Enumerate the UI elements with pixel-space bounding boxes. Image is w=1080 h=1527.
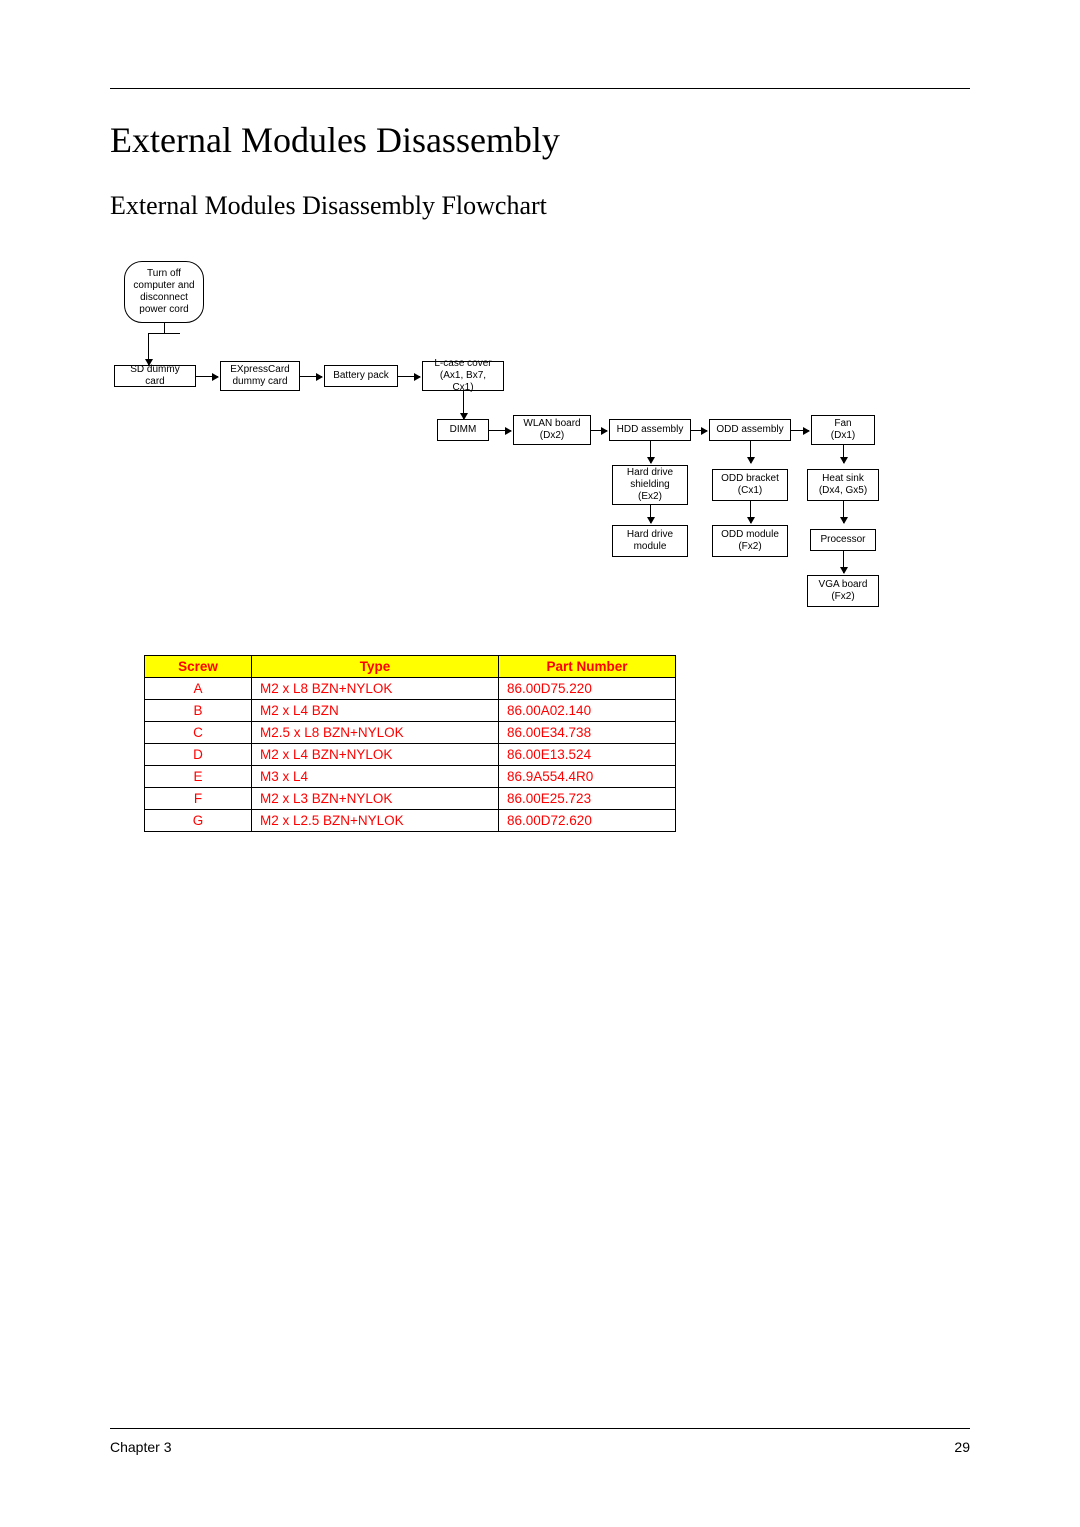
cell-screw: E [145, 766, 252, 788]
table-row: BM2 x L4 BZN86.00A02.140 [145, 700, 676, 722]
flowchart: Turn off computer and disconnect power c… [110, 261, 970, 631]
cell-type: M2 x L4 BZN [252, 700, 499, 722]
cell-type: M2.5 x L8 BZN+NYLOK [252, 722, 499, 744]
cell-screw: A [145, 678, 252, 700]
fc-arrow [843, 445, 844, 463]
cell-type: M2 x L8 BZN+NYLOK [252, 678, 499, 700]
cell-part: 86.00E13.524 [499, 744, 676, 766]
fc-line [148, 333, 180, 334]
node-odd-assembly: ODD assembly [709, 419, 791, 441]
fc-arrow [750, 441, 751, 463]
fc-arrow [791, 430, 809, 431]
node-odd-module: ODD module (Fx2) [712, 525, 788, 557]
page: External Modules Disassembly External Mo… [0, 0, 1080, 832]
node-start: Turn off computer and disconnect power c… [124, 261, 204, 323]
fc-arrow [489, 430, 511, 431]
cell-part: 86.9A554.4R0 [499, 766, 676, 788]
cell-part: 86.00E34.738 [499, 722, 676, 744]
fc-arrow [196, 376, 218, 377]
node-processor: Processor [810, 529, 876, 551]
cell-part: 86.00D72.620 [499, 810, 676, 832]
cell-type: M3 x L4 [252, 766, 499, 788]
node-odd-bracket: ODD bracket (Cx1) [712, 469, 788, 501]
fc-arrow [591, 430, 607, 431]
page-footer: Chapter 3 29 [110, 1428, 970, 1455]
heading-sub: External Modules Disassembly Flowchart [110, 191, 970, 221]
node-battery: Battery pack [324, 365, 398, 387]
table-row: DM2 x L4 BZN+NYLOK86.00E13.524 [145, 744, 676, 766]
cell-type: M2 x L3 BZN+NYLOK [252, 788, 499, 810]
cell-screw: D [145, 744, 252, 766]
node-wlan: WLAN board (Dx2) [513, 415, 591, 445]
fc-arrow [650, 505, 651, 523]
footer-page-number: 29 [954, 1439, 970, 1455]
fc-arrow [300, 376, 322, 377]
footer-chapter: Chapter 3 [110, 1439, 171, 1455]
table-row: AM2 x L8 BZN+NYLOK86.00D75.220 [145, 678, 676, 700]
cell-part: 86.00A02.140 [499, 700, 676, 722]
node-lcase: L-case cover (Ax1, Bx7, Cx1) [422, 361, 504, 391]
col-type: Type [252, 656, 499, 678]
col-screw: Screw [145, 656, 252, 678]
node-fan: Fan (Dx1) [811, 415, 875, 445]
cell-screw: F [145, 788, 252, 810]
table-row: GM2 x L2.5 BZN+NYLOK86.00D72.620 [145, 810, 676, 832]
fc-arrow [463, 391, 464, 419]
fc-arrow [650, 441, 651, 463]
cell-part: 86.00E25.723 [499, 788, 676, 810]
node-expresscard: EXpressCard dummy card [220, 361, 300, 391]
screw-table: Screw Type Part Number AM2 x L8 BZN+NYLO… [144, 655, 676, 832]
fc-arrow [148, 333, 149, 365]
node-hdd-shielding: Hard drive shielding (Ex2) [612, 465, 688, 505]
cell-type: M2 x L4 BZN+NYLOK [252, 744, 499, 766]
rule-top [110, 88, 970, 89]
cell-screw: G [145, 810, 252, 832]
table-header-row: Screw Type Part Number [145, 656, 676, 678]
fc-arrow [691, 430, 707, 431]
node-sd: SD dummy card [114, 365, 196, 387]
table-row: EM3 x L486.9A554.4R0 [145, 766, 676, 788]
fc-arrow [398, 376, 420, 377]
heading-main: External Modules Disassembly [110, 119, 970, 161]
table-row: CM2.5 x L8 BZN+NYLOK86.00E34.738 [145, 722, 676, 744]
col-part: Part Number [499, 656, 676, 678]
cell-part: 86.00D75.220 [499, 678, 676, 700]
table-row: FM2 x L3 BZN+NYLOK86.00E25.723 [145, 788, 676, 810]
node-dimm: DIMM [437, 419, 489, 441]
cell-screw: B [145, 700, 252, 722]
fc-arrow [843, 551, 844, 573]
node-hdd-assembly: HDD assembly [609, 419, 691, 441]
cell-type: M2 x L2.5 BZN+NYLOK [252, 810, 499, 832]
node-vga: VGA board (Fx2) [807, 575, 879, 607]
cell-screw: C [145, 722, 252, 744]
fc-line [164, 323, 165, 333]
node-heatsink: Heat sink (Dx4, Gx5) [807, 469, 879, 501]
fc-arrow [843, 501, 844, 523]
node-hdd-module: Hard drive module [612, 525, 688, 557]
fc-arrow [750, 501, 751, 523]
